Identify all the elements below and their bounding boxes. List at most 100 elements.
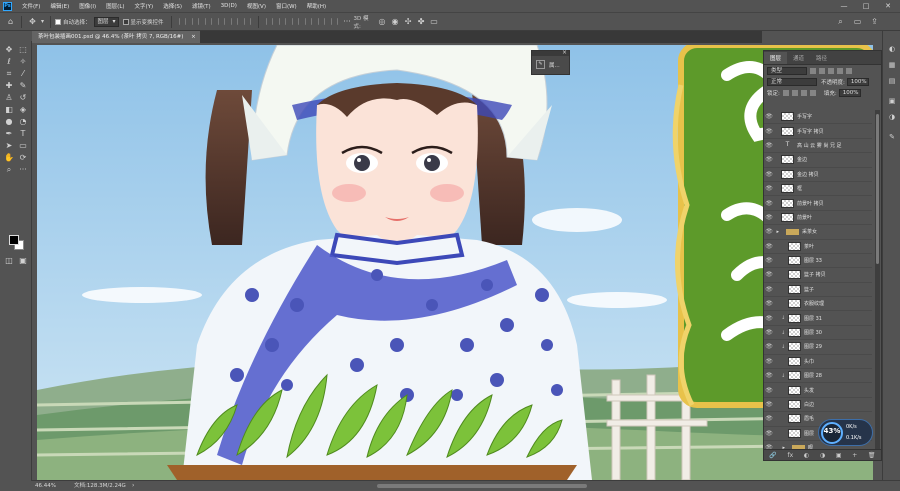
properties-float-panel[interactable]: × ✎ 属... — [531, 49, 570, 75]
lock-transparency-icon[interactable] — [782, 89, 789, 96]
3d-orbit-icon[interactable]: ◎ — [376, 15, 389, 28]
brush-settings-icon[interactable]: ✎ — [886, 131, 898, 143]
distribute-left-icon[interactable] — [304, 18, 312, 25]
distribute-bottom-icon[interactable] — [291, 18, 299, 25]
layer-row[interactable]: 👁 白边 — [764, 398, 872, 413]
eraser-tool-icon[interactable]: ◧ — [3, 104, 15, 116]
lock-position-icon[interactable] — [800, 89, 807, 96]
layer-row[interactable]: 👁 ↓ 图层 29 — [764, 340, 872, 355]
pen-tool-icon[interactable]: ✒ — [3, 128, 15, 140]
lock-all-icon[interactable] — [809, 89, 816, 96]
horizontal-scrollbar[interactable] — [377, 484, 587, 488]
layer-row[interactable]: 👁 篮子 拷贝 — [764, 268, 872, 283]
layer-group-row[interactable]: 👁 ▸ 采茶女 — [764, 225, 872, 240]
align-right-icon[interactable] — [204, 18, 212, 25]
visibility-eye-icon[interactable]: 👁 — [764, 329, 774, 336]
rotate-view-icon[interactable]: ⟳ — [17, 152, 29, 164]
layer-row[interactable]: 👁 T 高 山 云 雾 尚 兄 足 — [764, 139, 872, 154]
filter-smart-object-icon[interactable] — [846, 67, 852, 74]
more-tools-icon[interactable]: ··· — [17, 164, 29, 176]
chevron-down-icon[interactable]: ▾ — [39, 15, 46, 28]
visibility-eye-icon[interactable]: 👁 — [764, 156, 774, 163]
visibility-eye-icon[interactable]: 👁 — [764, 257, 774, 264]
layer-row[interactable]: 👁 茶叶 — [764, 240, 872, 254]
layer-row[interactable]: 👁 金边 — [764, 153, 872, 168]
visibility-eye-icon[interactable]: 👁 — [764, 214, 774, 221]
gradient-panel-icon[interactable]: ▤ — [886, 75, 898, 87]
layer-row[interactable]: 👁 手写字 — [764, 110, 872, 125]
menu-image[interactable]: 图像(I) — [74, 2, 101, 10]
visibility-eye-icon[interactable]: 👁 — [764, 243, 774, 250]
document-canvas[interactable] — [37, 45, 873, 480]
healing-brush-icon[interactable]: ✚ — [3, 80, 15, 92]
libraries-panel-icon[interactable]: ▣ — [886, 95, 898, 107]
visibility-eye-icon[interactable]: 👁 — [764, 200, 774, 207]
layer-filter-dropdown[interactable]: 类型 — [767, 66, 807, 75]
align-top-icon[interactable] — [217, 18, 225, 25]
auto-select-target-dropdown[interactable]: 图层 — [93, 16, 119, 27]
layer-row[interactable]: 👁 ↓ 图层 30 — [764, 326, 872, 341]
auto-select-checkbox[interactable] — [55, 18, 61, 25]
distribute-middle-icon[interactable] — [278, 18, 286, 25]
shape-tool-icon[interactable]: ▭ — [17, 140, 29, 152]
brush-tool-icon[interactable]: ✎ — [17, 80, 29, 92]
3d-roll-icon[interactable]: ◉ — [389, 15, 402, 28]
foreground-color-swatch[interactable] — [9, 235, 19, 245]
marquee-tool-icon[interactable]: ⬚ — [17, 44, 29, 56]
layers-scrollbar[interactable] — [875, 110, 880, 450]
swatches-panel-icon[interactable]: ▦ — [886, 59, 898, 71]
show-transform-checkbox[interactable] — [122, 18, 129, 25]
menu-edit[interactable]: 编辑(E) — [45, 2, 74, 10]
adjustments-panel-icon[interactable]: ◑ — [886, 111, 898, 123]
screen-mode-icon[interactable]: ▣ — [17, 255, 29, 267]
visibility-eye-icon[interactable]: 👁 — [764, 415, 774, 422]
color-panel-icon[interactable]: ◐ — [886, 43, 898, 55]
visibility-eye-icon[interactable]: 👁 — [764, 372, 774, 379]
eyedropper-icon[interactable]: ⁄ — [17, 68, 29, 80]
layer-row[interactable]: 👁 框 — [764, 182, 872, 197]
filter-pixel-icon[interactable] — [810, 67, 816, 74]
filter-shape-icon[interactable] — [837, 67, 843, 74]
align-middle-icon[interactable] — [230, 18, 238, 25]
share-icon[interactable]: ⇪ — [868, 15, 881, 28]
blend-mode-dropdown[interactable]: 正常 — [767, 77, 817, 86]
layer-row[interactable]: 👁 前景叶 拷贝 — [764, 196, 872, 211]
path-select-icon[interactable]: ➤ — [3, 140, 15, 152]
visibility-eye-icon[interactable]: 👁 — [764, 315, 774, 322]
tab-paths[interactable]: 路径 — [810, 52, 833, 64]
distribute-top-icon[interactable] — [265, 18, 273, 25]
visibility-eye-icon[interactable]: 👁 — [764, 185, 774, 192]
home-icon[interactable]: ⌂ — [4, 15, 17, 28]
lasso-tool-icon[interactable]: ℓ — [3, 56, 15, 68]
zoom-level[interactable]: 46.44% — [35, 481, 56, 491]
adjustment-layer-icon[interactable]: ◑ — [820, 452, 825, 459]
status-arrow-icon[interactable]: › — [132, 481, 134, 491]
visibility-eye-icon[interactable]: 👁 — [764, 286, 774, 293]
layer-style-icon[interactable]: fx — [788, 452, 794, 459]
delete-layer-icon[interactable]: 🗑 — [868, 452, 876, 459]
layer-row[interactable]: 👁 金边 拷贝 — [764, 168, 872, 182]
paint-bucket-icon[interactable]: ◈ — [17, 104, 29, 116]
tab-channels[interactable]: 通道 — [787, 52, 810, 64]
menu-help[interactable]: 帮助(H) — [302, 2, 331, 10]
align-bottom-icon[interactable] — [243, 18, 251, 25]
align-left-icon[interactable] — [178, 18, 186, 25]
menu-type[interactable]: 文字(Y) — [130, 2, 159, 10]
history-brush-icon[interactable]: ↺ — [17, 92, 29, 104]
zoom-tool-icon[interactable]: ⌕ — [3, 164, 15, 176]
layer-row[interactable]: 👁 前景叶 — [764, 211, 872, 226]
workspace-icon[interactable]: ▭ — [851, 15, 864, 28]
lock-pixels-icon[interactable] — [791, 89, 798, 96]
magic-wand-icon[interactable]: ✧ — [17, 56, 29, 68]
maximize-button[interactable]: □ — [856, 0, 876, 12]
quick-mask-icon[interactable]: ◫ — [3, 255, 15, 267]
expand-group-icon[interactable]: ▸ — [774, 229, 779, 235]
network-speed-widget[interactable]: 43% 0K/s 0.1K/s — [818, 419, 873, 446]
visibility-eye-icon[interactable]: 👁 — [764, 128, 774, 135]
menu-view[interactable]: 视图(V) — [242, 2, 271, 10]
new-group-icon[interactable]: ▣ — [836, 452, 842, 459]
crop-tool-icon[interactable]: ⌗ — [3, 68, 15, 80]
layer-row[interactable]: 👁 衣服纹理 — [764, 297, 872, 312]
visibility-eye-icon[interactable]: 👁 — [764, 142, 774, 149]
clone-stamp-icon[interactable]: ♙ — [3, 92, 15, 104]
